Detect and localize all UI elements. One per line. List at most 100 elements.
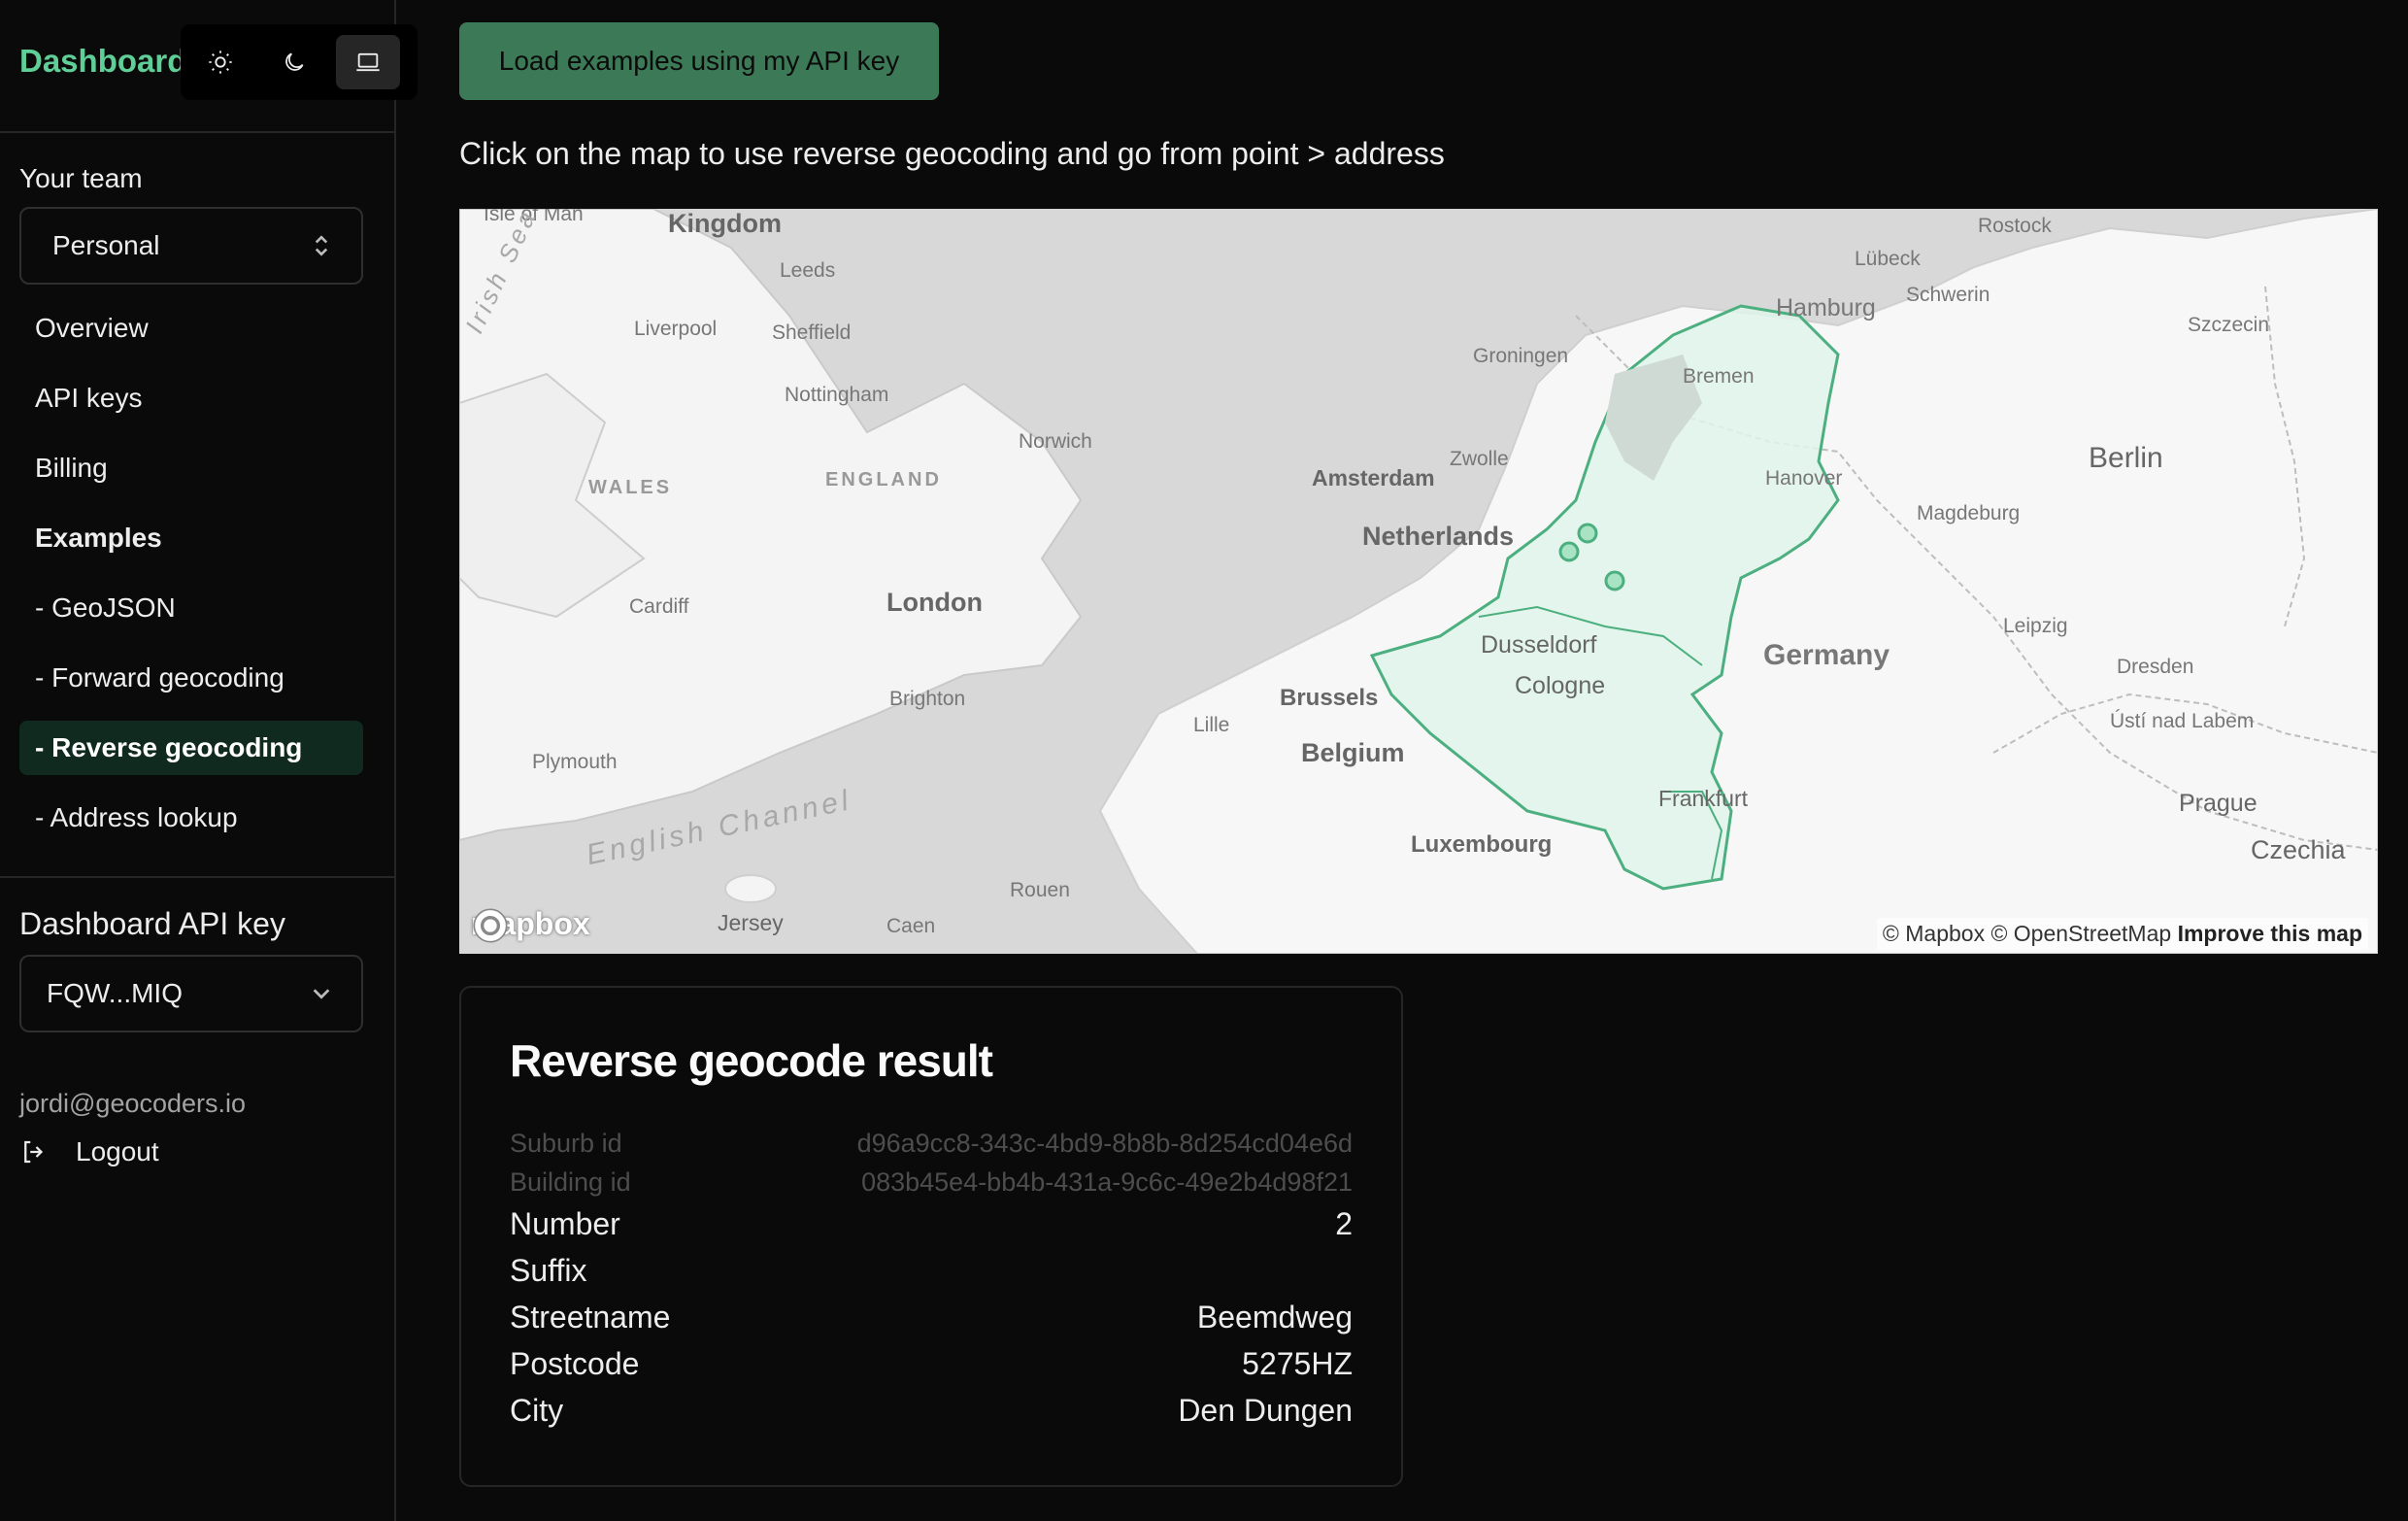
- team-label: Your team: [19, 163, 143, 193]
- map-label-cardiff: Cardiff: [629, 595, 689, 618]
- map-label-czechia: Czechia: [2251, 835, 2346, 864]
- system-theme-button[interactable]: [336, 35, 400, 89]
- result-title: Reverse geocode result: [510, 1035, 993, 1086]
- map-label-frankfurt: Frankfurt: [1658, 786, 1749, 811]
- result-key: Suburb id: [510, 1129, 622, 1158]
- map-label-berlin: Berlin: [2089, 442, 2163, 474]
- sidebar-item-reverse-geocoding[interactable]: - Reverse geocoding: [19, 721, 363, 775]
- sidebar-item-geojson[interactable]: - GeoJSON: [19, 581, 363, 635]
- map-label-netherlands: Netherlands: [1362, 522, 1515, 551]
- map-label-lille: Lille: [1193, 714, 1230, 736]
- sidebar-divider: [0, 131, 394, 133]
- result-row-suburb-id: Suburb id d96a9cc8-343c-4bd9-8b8b-8d254c…: [510, 1129, 1353, 1159]
- map-label-dusseldorf: Dusseldorf: [1481, 631, 1597, 659]
- reverse-geocode-result-card: Reverse geocode result Suburb id d96a9cc…: [459, 986, 1403, 1487]
- result-row-suffix: Suffix: [510, 1253, 1353, 1289]
- result-value: 5275HZ: [1242, 1346, 1353, 1381]
- theme-switch: [181, 24, 418, 100]
- result-key: City: [510, 1393, 564, 1428]
- map-label-sheffield: Sheffield: [772, 321, 852, 344]
- load-examples-button[interactable]: Load examples using my API key: [459, 22, 939, 100]
- logout-label: Logout: [76, 1136, 159, 1166]
- map-label-amsterdam: Amsterdam: [1312, 465, 1435, 490]
- map-label-groningen: Groningen: [1473, 345, 1569, 367]
- map-label-hamburg: Hamburg: [1776, 294, 1876, 321]
- sun-icon: [209, 51, 232, 74]
- map-label-london: London: [886, 588, 983, 617]
- mapbox-logo[interactable]: mapbox: [471, 906, 590, 943]
- map-label-bremen: Bremen: [1683, 365, 1755, 388]
- map-label-zwolle: Zwolle: [1450, 448, 1509, 470]
- map-label-england: ENGLAND: [825, 469, 942, 490]
- map-label-norwich: Norwich: [1019, 430, 1092, 453]
- sidebar-item-forward-geocoding[interactable]: - Forward geocoding: [19, 651, 363, 705]
- map-label-germany: Germany: [1763, 639, 1890, 671]
- map-label-leipzig: Leipzig: [2003, 615, 2068, 637]
- map-label-rouen: Rouen: [1010, 879, 1070, 901]
- result-row-streetname: Streetname Beemdweg: [510, 1300, 1353, 1335]
- map-label-leeds: Leeds: [780, 259, 836, 282]
- map-marker: [1577, 523, 1598, 544]
- map-label-cologne: Cologne: [1515, 672, 1606, 699]
- result-value: Beemdweg: [1196, 1300, 1353, 1335]
- result-key: Postcode: [510, 1346, 640, 1381]
- laptop-icon: [356, 52, 380, 72]
- result-row-postcode: Postcode 5275HZ: [510, 1346, 1353, 1382]
- map-label-kingdom: Kingdom: [668, 209, 782, 238]
- sidebar-item-api-keys[interactable]: API keys: [19, 371, 363, 425]
- map-label-brussels: Brussels: [1280, 685, 1379, 711]
- result-row-building-id: Building id 083b45e4-bb4b-431a-9c6c-49e2…: [510, 1167, 1353, 1198]
- map-label-brighton: Brighton: [889, 688, 966, 710]
- map-marker: [1558, 541, 1580, 562]
- sidebar-item-billing[interactable]: Billing: [19, 441, 363, 495]
- light-theme-button[interactable]: [188, 35, 252, 89]
- map-label-schwerin: Schwerin: [1906, 284, 1990, 306]
- map-attribution: © Mapbox © OpenStreetMap Improve this ma…: [1876, 918, 2368, 950]
- result-value: 2: [1335, 1206, 1353, 1241]
- map-label-hanover: Hanover: [1765, 467, 1843, 490]
- map-label-dresden: Dresden: [2117, 656, 2194, 678]
- result-value: 083b45e4-bb4b-431a-9c6c-49e2b4d98f21: [861, 1167, 1353, 1197]
- result-key: Streetname: [510, 1300, 671, 1335]
- result-key: Number: [510, 1206, 620, 1241]
- chevron-up-down-icon: [315, 235, 328, 256]
- result-key: Suffix: [510, 1253, 587, 1288]
- logout-button[interactable]: Logout: [19, 1136, 159, 1167]
- brand-title[interactable]: Dashboard: [19, 43, 186, 80]
- result-key: Building id: [510, 1167, 631, 1197]
- team-select-value: Personal: [52, 230, 160, 260]
- sidebar: Dashboard Your team Personal Overview AP…: [0, 0, 418, 1521]
- map-label-rostock: Rostock: [1978, 215, 2052, 237]
- attribution-text[interactable]: © Mapbox © OpenStreetMap: [1883, 921, 2171, 946]
- sidebar-heading-examples: Examples: [35, 523, 162, 553]
- map[interactable]: Isle of Man Kingdom Leeds Irish Sea Live…: [459, 209, 2378, 954]
- map-label-jersey: Jersey: [718, 910, 784, 935]
- improve-map-link[interactable]: Improve this map: [2178, 921, 2362, 946]
- chevron-down-icon: [313, 989, 330, 999]
- map-marker: [1604, 570, 1625, 592]
- map-instructions: Click on the map to use reverse geocodin…: [459, 136, 1445, 171]
- map-label-prague: Prague: [2179, 790, 2258, 817]
- mapbox-icon: [473, 908, 508, 943]
- logout-icon: [24, 1140, 44, 1164]
- map-label-luxembourg: Luxembourg: [1411, 831, 1553, 858]
- team-select[interactable]: Personal: [19, 207, 363, 285]
- dark-theme-button[interactable]: [262, 35, 326, 89]
- map-label-magdeburg: Magdeburg: [1917, 502, 2021, 524]
- api-key-select[interactable]: FQW...MIQ: [19, 955, 363, 1032]
- result-value: Den Dungen: [1178, 1393, 1353, 1428]
- map-land-jersey: [724, 874, 777, 903]
- result-row-number: Number 2: [510, 1206, 1353, 1242]
- user-email: jordi@geocoders.io: [19, 1089, 247, 1118]
- api-key-select-value: FQW...MIQ: [47, 978, 183, 1008]
- sidebar-divider: [0, 876, 394, 878]
- map-label-szczecin: Szczecin: [2188, 314, 2270, 336]
- sidebar-item-address-lookup[interactable]: - Address lookup: [19, 791, 363, 845]
- map-label-caen: Caen: [886, 915, 936, 937]
- result-value: d96a9cc8-343c-4bd9-8b8b-8d254cd04e6d: [856, 1129, 1353, 1158]
- map-label-plymouth: Plymouth: [532, 751, 618, 773]
- sidebar-item-overview[interactable]: Overview: [19, 301, 363, 355]
- result-row-city: City Den Dungen: [510, 1393, 1353, 1429]
- map-label-lubeck: Lübeck: [1855, 248, 1921, 270]
- map-label-usti: Ústí nad Labem: [2110, 710, 2255, 732]
